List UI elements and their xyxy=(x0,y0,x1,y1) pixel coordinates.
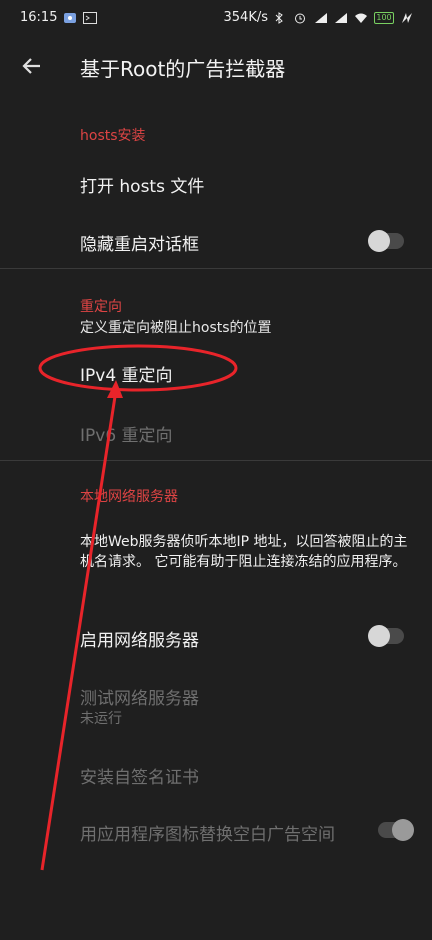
ipv4-redirect-item[interactable]: IPv4 重定向 xyxy=(80,361,410,386)
alarm-icon xyxy=(294,12,308,24)
status-bar: 16:15 354K/s 100 xyxy=(0,0,432,34)
section-header-redirect: 重定向 xyxy=(80,299,122,315)
page-title: 基于Root的广告拦截器 xyxy=(80,57,286,81)
app-notification-icon xyxy=(63,12,77,24)
divider xyxy=(0,460,432,461)
web-server-description: 本地Web服务器侦听本地IP 地址，以回答被阻止的主机名请求。 它可能有助于阻止… xyxy=(80,534,408,570)
enable-web-server-toggle[interactable] xyxy=(368,625,404,647)
enable-web-server-item[interactable]: 启用网络服务器 xyxy=(80,626,410,651)
hide-restart-dialog-item[interactable]: 隐藏重启对话框 xyxy=(80,230,410,255)
signal-1-icon xyxy=(314,12,328,24)
install-certificate-item[interactable]: 安装自签名证书 xyxy=(80,763,410,788)
app-bar: 基于Root的广告拦截器 xyxy=(0,34,432,102)
bluetooth-icon xyxy=(274,11,288,24)
hide-restart-dialog-toggle[interactable] xyxy=(368,230,404,252)
replace-ad-space-toggle[interactable] xyxy=(378,819,414,841)
fast-charge-icon xyxy=(400,12,414,24)
section-header-web-server: 本地网络服务器 xyxy=(80,489,178,505)
annotation-overlay xyxy=(38,344,238,871)
test-web-server-status: 未运行 xyxy=(80,711,122,727)
terminal-icon xyxy=(83,11,98,24)
redirect-subtitle: 定义重定向被阻止hosts的位置 xyxy=(80,320,272,336)
replace-ad-space-item[interactable]: 用应用程序图标替换空白广告空间 xyxy=(80,820,370,845)
wifi-icon xyxy=(354,12,368,24)
status-time: 16:15 xyxy=(20,10,58,25)
divider xyxy=(0,268,432,269)
back-arrow-icon[interactable] xyxy=(18,52,46,80)
section-header-hosts: hosts安装 xyxy=(80,128,146,144)
signal-2-icon xyxy=(334,12,348,24)
battery-icon: 100 xyxy=(374,11,394,24)
ipv6-redirect-item[interactable]: IPv6 重定向 xyxy=(80,421,410,446)
test-web-server-item[interactable]: 测试网络服务器 xyxy=(80,684,410,709)
open-hosts-file-item[interactable]: 打开 hosts 文件 xyxy=(80,172,410,197)
network-speed: 354K/s xyxy=(223,10,269,25)
